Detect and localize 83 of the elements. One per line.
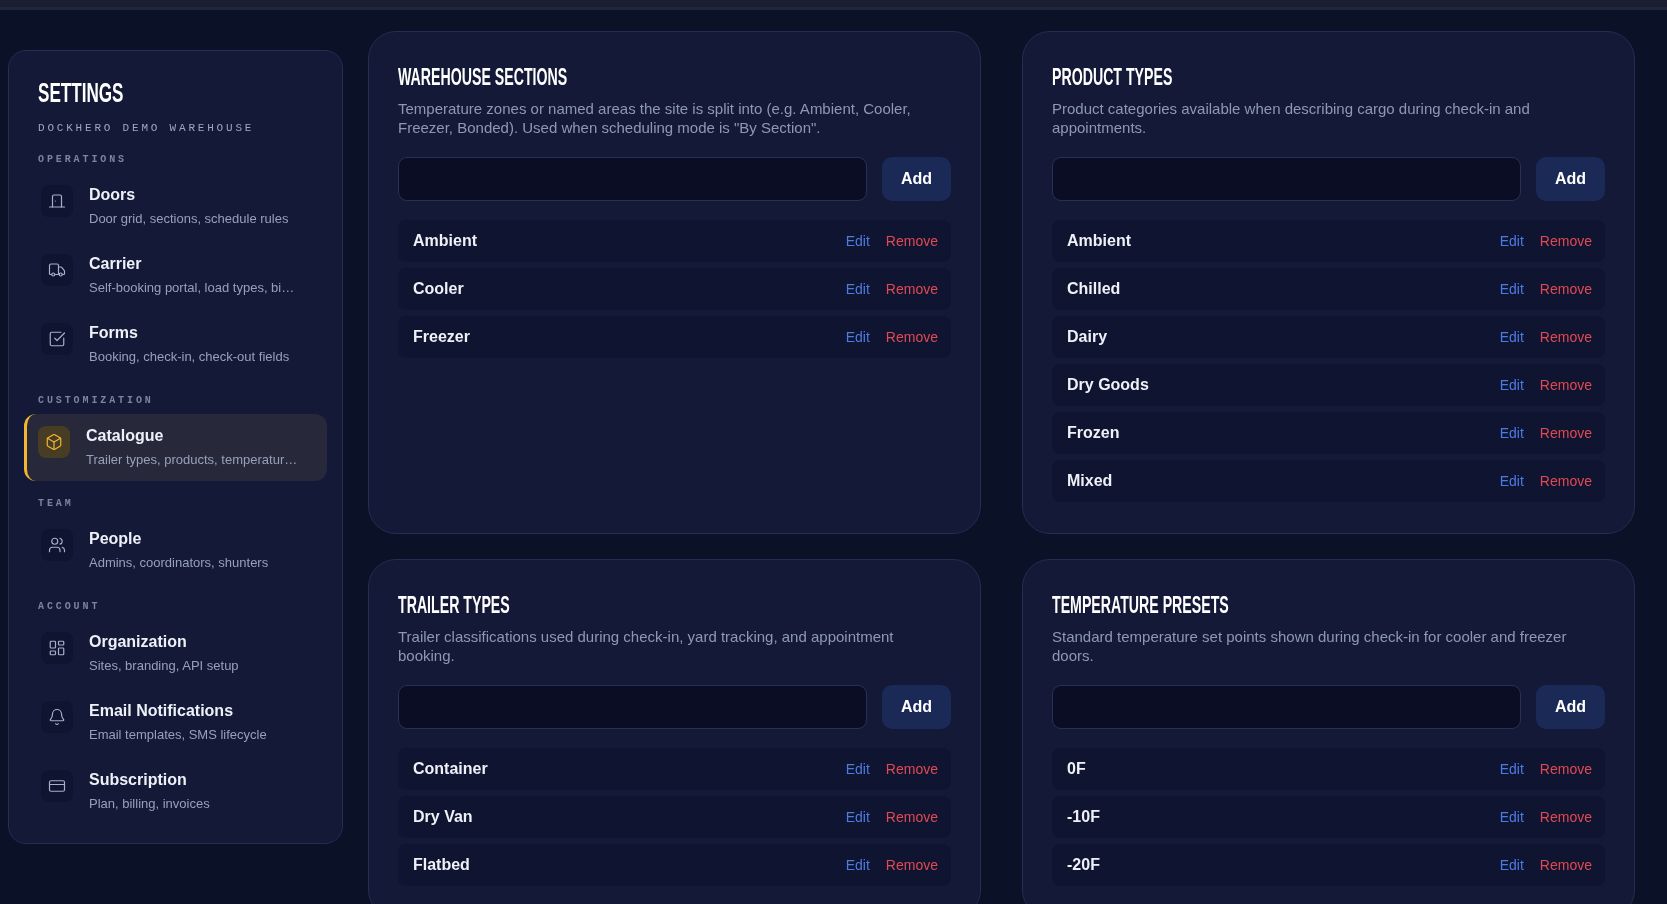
remove-link[interactable]: Remove	[1539, 808, 1592, 826]
edit-link[interactable]: Edit	[1499, 232, 1524, 250]
item-name: Cooler	[413, 280, 465, 298]
item-name: Dry Goods	[1067, 376, 1150, 394]
section-label: ACCOUNT	[38, 600, 101, 614]
card-title: TEMPERATURE PRESETS	[1052, 591, 1229, 619]
item-name: 0F	[1067, 760, 1087, 778]
item-name: Ambient	[1067, 232, 1132, 250]
text-input[interactable]	[1052, 685, 1521, 729]
cube-icon	[38, 426, 70, 458]
item-name: Freezer	[413, 328, 471, 346]
nav-item[interactable]: Email Notifications Email templates, SMS lifecycle	[24, 689, 327, 756]
remove-link[interactable]: Remove	[885, 760, 938, 778]
add-button[interactable]: Add	[882, 685, 951, 729]
nav-item[interactable]: Doors Door grid, sections, schedule rules	[24, 173, 327, 240]
item-name: Mixed	[1067, 472, 1114, 490]
edit-link[interactable]: Edit	[845, 280, 870, 298]
nav-item[interactable]: Subscription Plan, billing, invoices	[24, 758, 327, 825]
text-input[interactable]	[1052, 157, 1521, 201]
nav-item[interactable]: People Admins, coordinators, shunters	[24, 517, 327, 584]
remove-link[interactable]: Remove	[1539, 328, 1592, 346]
edit-link[interactable]: Edit	[1499, 856, 1524, 874]
bell-icon	[41, 701, 73, 733]
remove-link[interactable]: Remove	[1539, 760, 1592, 778]
item-name: -10F	[1067, 808, 1101, 826]
remove-link[interactable]: Remove	[1539, 280, 1592, 298]
remove-link[interactable]: Remove	[1539, 232, 1592, 250]
card-title: TRAILER TYPES	[398, 591, 510, 619]
add-button[interactable]: Add	[1536, 685, 1605, 729]
edit-link[interactable]: Edit	[1499, 760, 1524, 778]
nav-item[interactable]: Forms Booking, check-in, check-out fields	[24, 311, 327, 378]
item-name: -20F	[1067, 856, 1101, 874]
item-name: Dairy	[1067, 328, 1109, 346]
edit-link[interactable]: Edit	[1499, 472, 1524, 490]
item-name: Ambient	[413, 232, 478, 250]
card-description: Trailer classifications used during check-in, yard tracking, and appointment booking.	[398, 627, 895, 665]
edit-link[interactable]: Edit	[845, 232, 870, 250]
grid-icon	[41, 632, 73, 664]
section-label: CUSTOMIZATION	[38, 394, 154, 408]
add-button[interactable]: Add	[882, 157, 951, 201]
edit-link[interactable]: Edit	[845, 328, 870, 346]
nav-item[interactable]: Catalogue Trailer types, products, temperatur…	[24, 414, 327, 481]
edit-link[interactable]: Edit	[1499, 376, 1524, 394]
edit-link[interactable]: Edit	[1499, 808, 1524, 826]
nav-item[interactable]: Carrier Self-booking portal, load types, bi…	[24, 242, 327, 309]
edit-link[interactable]: Edit	[845, 808, 870, 826]
text-input[interactable]	[398, 157, 867, 201]
edit-link[interactable]: Edit	[1499, 280, 1524, 298]
nav-item[interactable]: Organization Sites, branding, API setup	[24, 620, 327, 687]
card-description: Standard temperature set points shown during check-in for cooler and freezer doors.	[1052, 627, 1568, 665]
card-description: Temperature zones or named areas the site is split into (e.g. Ambient, Cooler, Freezer, Bonded). Used when scheduling mode is "By Section".	[398, 99, 912, 137]
credit-card-icon	[41, 770, 73, 802]
remove-link[interactable]: Remove	[885, 232, 938, 250]
sidebar-title: SETTINGS	[38, 77, 124, 109]
remove-link[interactable]: Remove	[1539, 472, 1592, 490]
add-button[interactable]: Add	[1536, 157, 1605, 201]
warehouse-name: DOCKHERO DEMO WAREHOUSE	[38, 121, 255, 135]
card-description: Product categories available when describing cargo during check-in and appointments.	[1052, 99, 1531, 137]
section-label: TEAM	[38, 497, 74, 511]
section-label: OPERATIONS	[38, 153, 127, 167]
remove-link[interactable]: Remove	[885, 280, 938, 298]
edit-link[interactable]: Edit	[1499, 328, 1524, 346]
remove-link[interactable]: Remove	[885, 328, 938, 346]
text-input[interactable]	[398, 685, 867, 729]
checkbox-icon	[41, 323, 73, 355]
item-name: Frozen	[1067, 424, 1121, 442]
truck-icon	[41, 254, 73, 286]
item-name: Dry Van	[413, 808, 474, 826]
card-title: WAREHOUSE SECTIONS	[398, 63, 568, 91]
remove-link[interactable]: Remove	[1539, 856, 1592, 874]
edit-link[interactable]: Edit	[845, 856, 870, 874]
remove-link[interactable]: Remove	[1539, 424, 1592, 442]
edit-link[interactable]: Edit	[845, 760, 870, 778]
remove-link[interactable]: Remove	[885, 856, 938, 874]
remove-link[interactable]: Remove	[885, 808, 938, 826]
remove-link[interactable]: Remove	[1539, 376, 1592, 394]
card-title: PRODUCT TYPES	[1052, 63, 1173, 91]
item-name: Container	[413, 760, 489, 778]
item-name: Flatbed	[413, 856, 471, 874]
people-icon	[41, 529, 73, 561]
door-icon	[41, 185, 73, 217]
edit-link[interactable]: Edit	[1499, 424, 1524, 442]
item-name: Chilled	[1067, 280, 1122, 298]
